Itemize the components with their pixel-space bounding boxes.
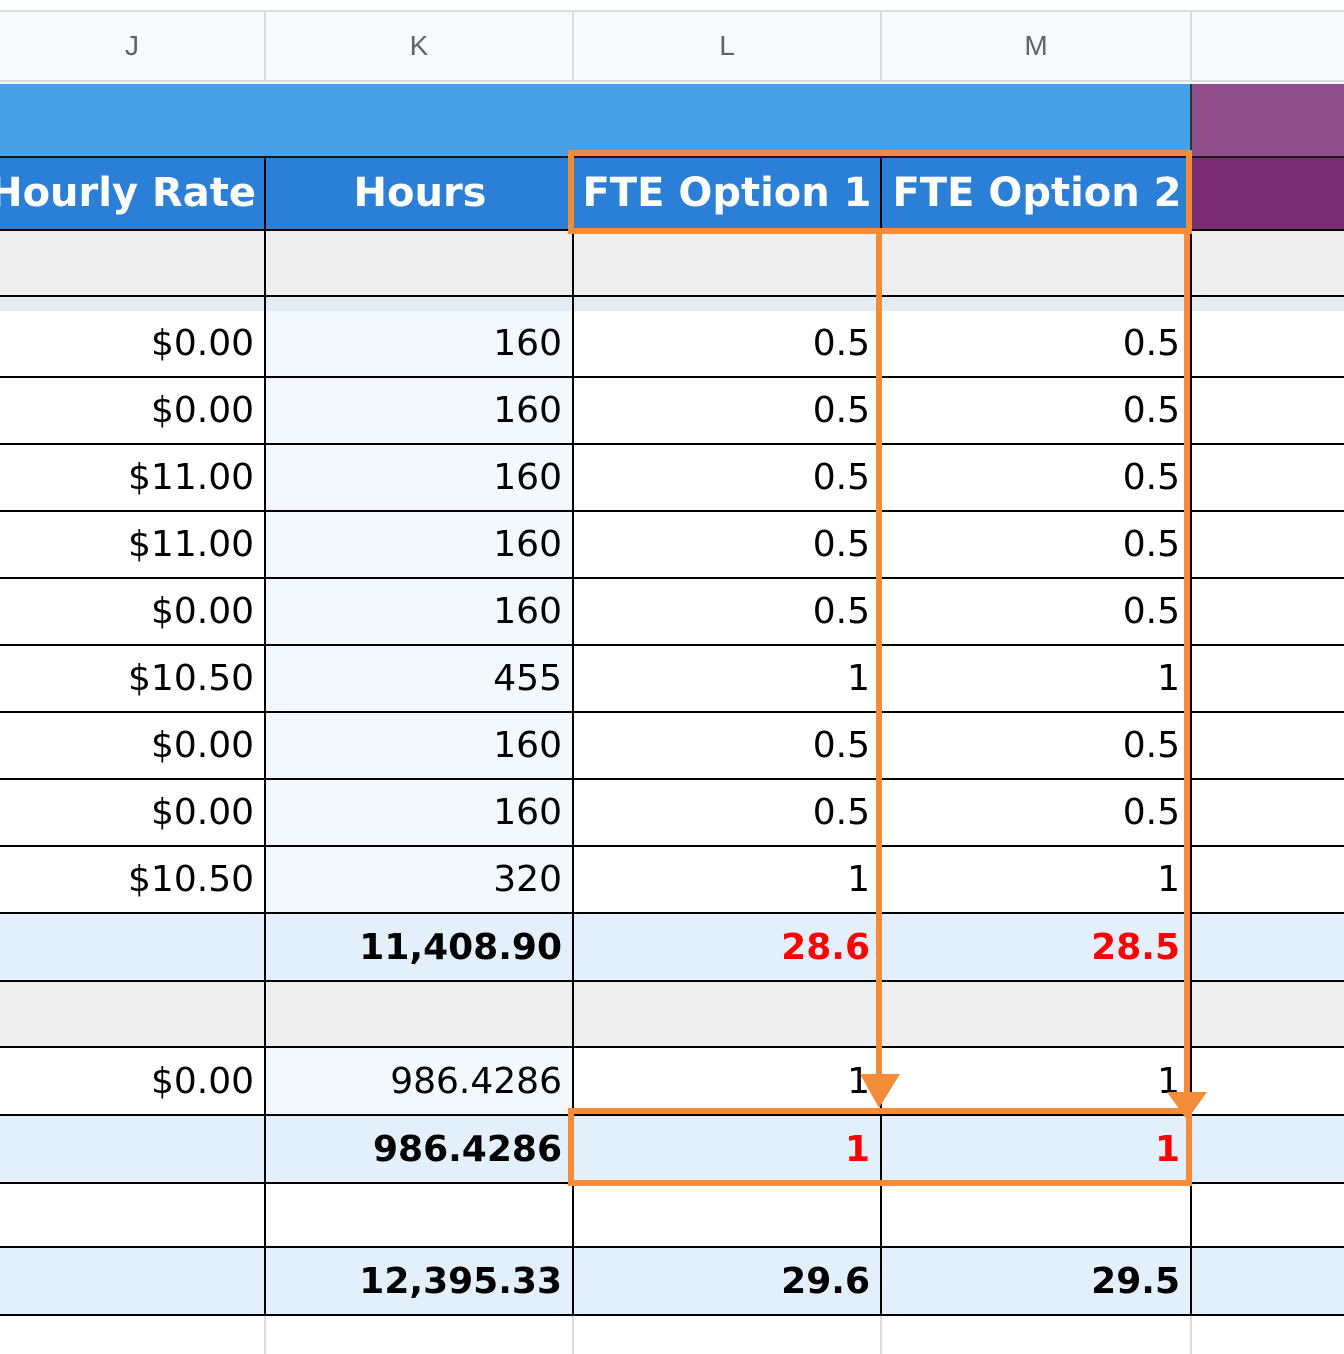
arrow-down-icon	[860, 1074, 900, 1108]
arrow-heads	[860, 1074, 1207, 1120]
spreadsheet-view: J K L M e Hourly Rate Hours FTE Option 1…	[0, 0, 1344, 1354]
arrow-down-icon	[1167, 1092, 1207, 1120]
